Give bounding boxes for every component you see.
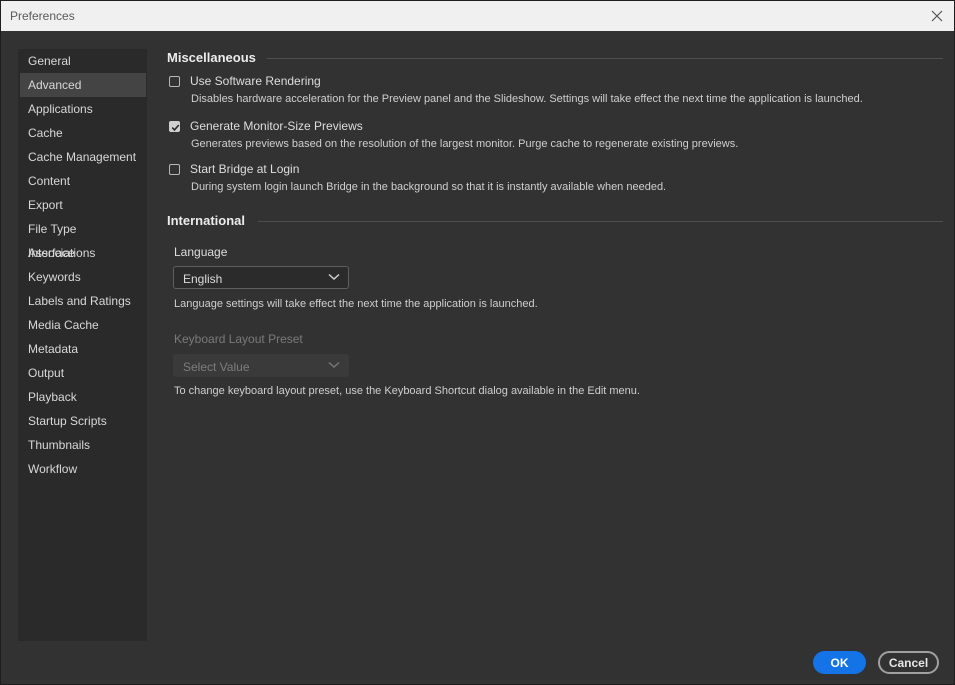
language-select[interactable]: English <box>173 266 349 289</box>
keyboard-layout-label: Keyboard Layout Preset <box>174 332 303 346</box>
window-title: Preferences <box>10 9 75 23</box>
keyboard-layout-note: To change keyboard layout preset, use th… <box>174 385 640 397</box>
sidebar-item-keywords[interactable]: Keywords <box>20 265 146 289</box>
sidebar-item-file-type-associations[interactable]: File Type Associations <box>20 217 146 260</box>
software-rendering-checkbox[interactable] <box>169 76 180 87</box>
section-divider <box>258 221 943 222</box>
sidebar-item-content[interactable]: Content <box>20 169 146 193</box>
sidebar-item-cache-management[interactable]: Cache Management <box>20 145 146 169</box>
sidebar-item-cache[interactable]: Cache <box>20 121 146 145</box>
cancel-button[interactable]: Cancel <box>878 651 939 674</box>
keyboard-layout-select-value: Select Value <box>183 360 250 374</box>
start-bridge-description: During system login launch Bridge in the… <box>191 181 667 193</box>
section-title-international: International <box>167 213 246 228</box>
sidebar-item-media-cache[interactable]: Media Cache <box>20 313 146 337</box>
sidebar-item-interface[interactable]: Interface <box>20 241 146 265</box>
software-rendering-description: Disables hardware acceleration for the P… <box>191 93 863 105</box>
section-divider <box>267 58 943 59</box>
sidebar-item-applications[interactable]: Applications <box>20 97 146 121</box>
sidebar-item-playback[interactable]: Playback <box>20 385 146 409</box>
sidebar-item-workflow[interactable]: Workflow <box>20 457 146 481</box>
keyboard-layout-select: Select Value <box>173 354 349 377</box>
sidebar-item-export[interactable]: Export <box>20 193 146 217</box>
chevron-down-icon <box>328 361 340 369</box>
sidebar-item-startup-scripts[interactable]: Startup Scripts <box>20 409 146 433</box>
sidebar-item-metadata[interactable]: Metadata <box>20 337 146 361</box>
monitor-size-previews-description: Generates previews based on the resoluti… <box>191 138 739 150</box>
monitor-size-previews-checkbox[interactable] <box>169 121 180 132</box>
sidebar-item-advanced[interactable]: Advanced <box>20 73 146 97</box>
language-label: Language <box>174 245 228 259</box>
checkmark-icon <box>171 124 180 132</box>
sidebar-item-output[interactable]: Output <box>20 361 146 385</box>
start-bridge-checkbox[interactable] <box>169 164 180 175</box>
start-bridge-label: Start Bridge at Login <box>190 162 300 176</box>
language-note: Language settings will take effect the n… <box>174 298 538 310</box>
sidebar: General Advanced Applications Cache Cach… <box>18 49 147 641</box>
section-title-miscellaneous: Miscellaneous <box>167 50 256 65</box>
chevron-down-icon <box>328 273 340 281</box>
monitor-size-previews-label: Generate Monitor-Size Previews <box>190 119 363 133</box>
ok-button[interactable]: OK <box>813 651 866 674</box>
close-icon[interactable] <box>926 5 948 27</box>
preferences-window: Preferences General Advanced Application… <box>0 0 955 685</box>
sidebar-item-labels-and-ratings[interactable]: Labels and Ratings <box>20 289 146 313</box>
sidebar-item-general[interactable]: General <box>20 49 146 73</box>
software-rendering-label: Use Software Rendering <box>190 74 321 88</box>
sidebar-item-thumbnails[interactable]: Thumbnails <box>20 433 146 457</box>
language-select-value: English <box>183 272 223 286</box>
title-bar: Preferences <box>1 1 954 31</box>
